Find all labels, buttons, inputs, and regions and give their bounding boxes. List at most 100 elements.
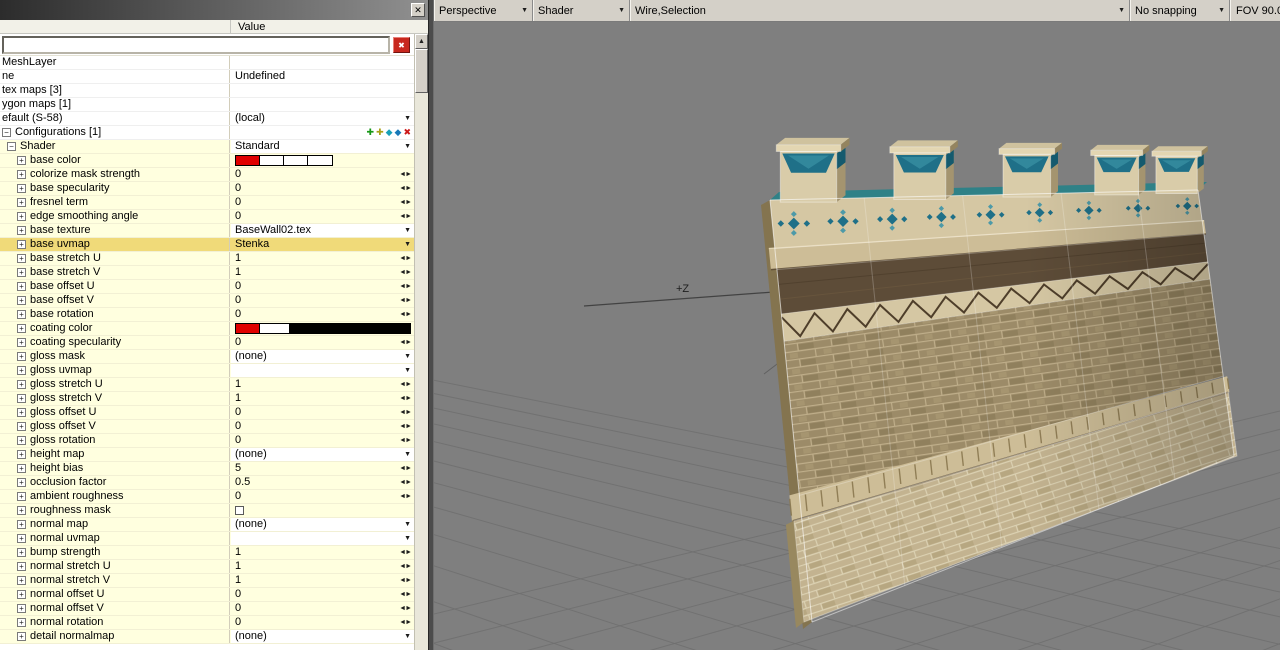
expand-icon[interactable]: + (17, 436, 26, 445)
row-value-cell[interactable]: Standard ▼ (231, 140, 414, 153)
chevron-down-icon[interactable]: ▼ (404, 518, 411, 531)
expand-icon[interactable]: + (17, 394, 26, 403)
expand-icon[interactable]: + (17, 268, 26, 277)
row-value-cell[interactable]: 0 ◄► (231, 406, 414, 419)
spinner-arrows-icon[interactable]: ◄► (399, 420, 412, 433)
color-swatches[interactable] (235, 323, 411, 334)
panel-scrollbar[interactable]: ▲ (414, 34, 428, 650)
row-value-cell[interactable]: 1 ◄► (231, 266, 414, 279)
tree-row-ambient-roughness[interactable]: + ambient roughness 0 ◄► (0, 490, 414, 504)
expand-icon[interactable]: + (17, 506, 26, 515)
panel-titlebar[interactable]: ✕ (0, 0, 428, 20)
spinner-arrows-icon[interactable]: ◄► (399, 378, 412, 391)
spinner-arrows-icon[interactable]: ◄► (399, 336, 412, 349)
tree-row-normal-offset-v[interactable]: + normal offset V 0 ◄► (0, 602, 414, 616)
spinner-arrows-icon[interactable]: ◄► (399, 616, 412, 629)
row-value-cell[interactable]: 5 ◄► (231, 462, 414, 475)
expand-icon[interactable]: + (17, 464, 26, 473)
row-value-cell[interactable]: 0 ◄► (231, 210, 414, 223)
collapse-icon[interactable]: − (2, 128, 11, 137)
row-value-cell[interactable]: 0 ◄► (231, 434, 414, 447)
tree-row-gloss-mask[interactable]: + gloss mask (none) ▼ (0, 350, 414, 364)
row-value-cell[interactable]: 1 ◄► (231, 392, 414, 405)
tree-row-normal-uvmap[interactable]: + normal uvmap ▼ (0, 532, 414, 546)
export-config-icon[interactable]: ◆ (395, 128, 402, 137)
expand-icon[interactable]: + (17, 478, 26, 487)
expand-icon[interactable]: + (17, 324, 26, 333)
tree-row-normal-stretch-u[interactable]: + normal stretch U 1 ◄► (0, 560, 414, 574)
expand-icon[interactable]: + (17, 184, 26, 193)
tree-row-base-specularity[interactable]: + base specularity 0 ◄► (0, 182, 414, 196)
tree-row-fresnel-term[interactable]: + fresnel term 0 ◄► (0, 196, 414, 210)
tree-row-coating-specularity[interactable]: + coating specularity 0 ◄► (0, 336, 414, 350)
tree-row-detail-normalmap[interactable]: + detail normalmap (none) ▼ (0, 630, 414, 644)
chevron-down-icon[interactable]: ▼ (404, 112, 411, 125)
snapping-combo[interactable]: No snapping ▼ (1130, 0, 1230, 21)
tree-row-roughness-mask[interactable]: + roughness mask (0, 504, 414, 518)
spinner-arrows-icon[interactable]: ◄► (399, 546, 412, 559)
row-value-cell[interactable]: 0 ◄► (231, 280, 414, 293)
tree-row-base-rotation[interactable]: + base rotation 0 ◄► (0, 308, 414, 322)
scroll-up-icon[interactable]: ▲ (415, 34, 428, 49)
tree-row-base-stretch-u[interactable]: + base stretch U 1 ◄► (0, 252, 414, 266)
color-swatch[interactable] (290, 324, 410, 333)
row-value-cell[interactable]: 0 ◄► (231, 308, 414, 321)
import-config-icon[interactable]: ◆ (386, 128, 393, 137)
expand-icon[interactable]: + (17, 562, 26, 571)
row-value-cell[interactable]: Stenka ▼ (231, 238, 414, 251)
expand-icon[interactable]: + (17, 226, 26, 235)
tree-row-efault-s-58[interactable]: efault (S-58) (local) ▼ (0, 112, 414, 126)
viewport-canvas[interactable]: +Z (434, 22, 1280, 650)
tree-row-base-texture[interactable]: + base texture BaseWall02.tex ▼ (0, 224, 414, 238)
tree-row-meshlayer[interactable]: MeshLayer (0, 56, 414, 70)
expand-icon[interactable]: + (17, 632, 26, 641)
delete-config-icon[interactable]: ✖ (403, 128, 411, 137)
row-value-cell[interactable]: 1 ◄► (231, 560, 414, 573)
row-value-cell[interactable]: BaseWall02.tex ▼ (231, 224, 414, 237)
expand-icon[interactable]: + (17, 604, 26, 613)
spinner-arrows-icon[interactable]: ◄► (399, 602, 412, 615)
expand-icon[interactable]: + (17, 576, 26, 585)
tree-row-bump-strength[interactable]: + bump strength 1 ◄► (0, 546, 414, 560)
row-value-cell[interactable]: 0 ◄► (231, 196, 414, 209)
expand-icon[interactable]: + (17, 352, 26, 361)
spinner-arrows-icon[interactable]: ◄► (399, 434, 412, 447)
tree-row-height-map[interactable]: + height map (none) ▼ (0, 448, 414, 462)
row-value-cell[interactable]: 0 ◄► (231, 420, 414, 433)
row-value-cell[interactable]: 0 ◄► (231, 182, 414, 195)
color-swatch[interactable] (284, 156, 308, 165)
tree-row-edge-smoothing-angle[interactable]: + edge smoothing angle 0 ◄► (0, 210, 414, 224)
row-value-cell[interactable]: 0 ◄► (231, 616, 414, 629)
view-mode-combo[interactable]: Perspective ▼ (434, 0, 533, 21)
expand-icon[interactable]: + (17, 310, 26, 319)
spinner-arrows-icon[interactable]: ◄► (399, 252, 412, 265)
row-value-cell[interactable]: (none) ▼ (231, 350, 414, 363)
color-swatch[interactable] (236, 156, 260, 165)
spinner-arrows-icon[interactable]: ◄► (399, 210, 412, 223)
chevron-down-icon[interactable]: ▼ (404, 532, 411, 545)
tree-row-occlusion-factor[interactable]: + occlusion factor 0.5 ◄► (0, 476, 414, 490)
row-value-cell[interactable]: 1 ◄► (231, 574, 414, 587)
tree-row-base-offset-v[interactable]: + base offset V 0 ◄► (0, 294, 414, 308)
close-icon[interactable]: ✕ (411, 3, 425, 17)
tree-row-gloss-rotation[interactable]: + gloss rotation 0 ◄► (0, 434, 414, 448)
spinner-arrows-icon[interactable]: ◄► (399, 462, 412, 475)
tree-row-base-uvmap[interactable]: + base uvmap Stenka ▼ (0, 238, 414, 252)
tree-row-height-bias[interactable]: + height bias 5 ◄► (0, 462, 414, 476)
row-value-cell[interactable] (231, 504, 414, 517)
spinner-arrows-icon[interactable]: ◄► (399, 280, 412, 293)
filter-input[interactable] (2, 36, 390, 54)
expand-icon[interactable]: + (17, 282, 26, 291)
row-value-cell[interactable]: ▼ (231, 532, 414, 545)
tree-row-normal-rotation[interactable]: + normal rotation 0 ◄► (0, 616, 414, 630)
tree-row-base-stretch-v[interactable]: + base stretch V 1 ◄► (0, 266, 414, 280)
expand-icon[interactable]: + (17, 338, 26, 347)
spinner-arrows-icon[interactable]: ◄► (399, 490, 412, 503)
row-value-cell[interactable]: 0 ◄► (231, 336, 414, 349)
spinner-arrows-icon[interactable]: ◄► (399, 574, 412, 587)
row-value-cell[interactable] (231, 154, 414, 167)
spinner-arrows-icon[interactable]: ◄► (399, 406, 412, 419)
shading-mode-combo[interactable]: Shader ▼ (533, 0, 630, 21)
tree-row-base-offset-u[interactable]: + base offset U 0 ◄► (0, 280, 414, 294)
row-value-cell[interactable]: 1 ◄► (231, 546, 414, 559)
